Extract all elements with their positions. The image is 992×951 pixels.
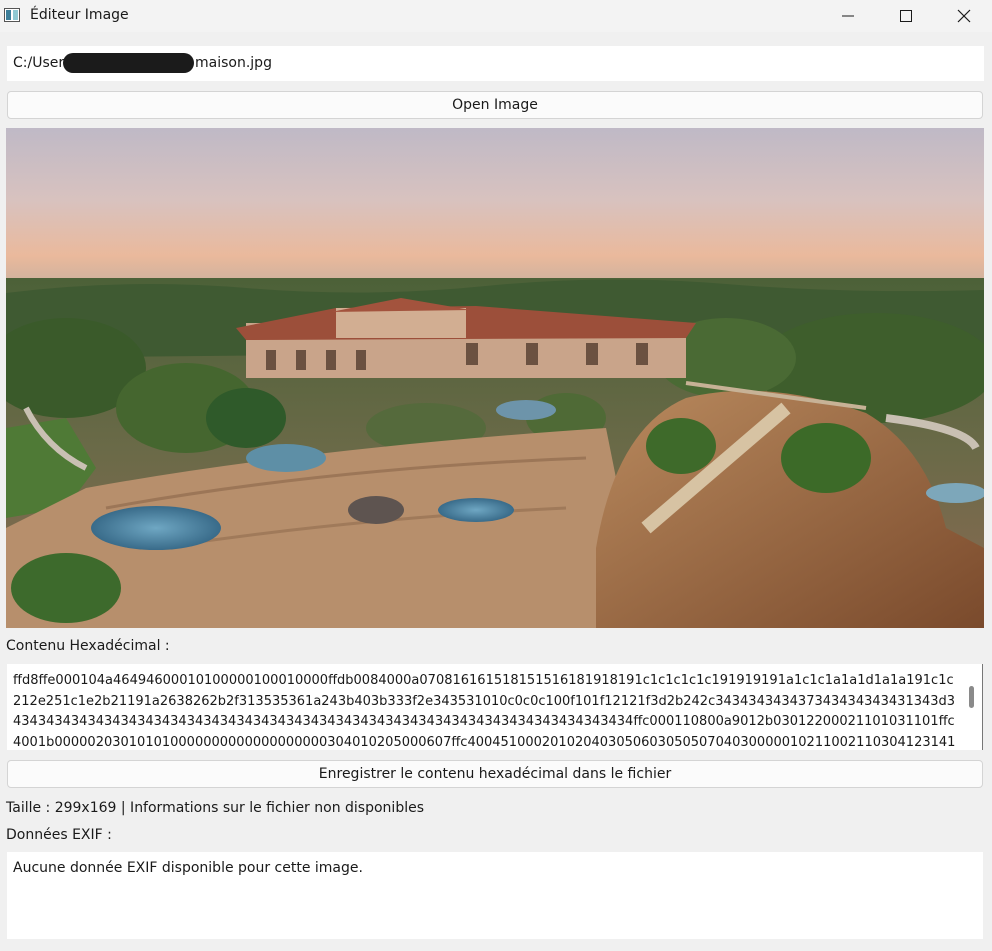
close-icon xyxy=(957,9,971,23)
image-preview xyxy=(6,128,984,628)
maximize-icon xyxy=(900,10,912,22)
open-image-button[interactable]: Open Image xyxy=(7,91,983,119)
file-path-filename: maison.jpg xyxy=(195,55,272,71)
hex-label: Contenu Hexadécimal : xyxy=(6,638,170,654)
redaction-mark xyxy=(63,53,194,73)
close-button[interactable] xyxy=(935,0,992,32)
minimize-button[interactable] xyxy=(819,0,877,32)
app-icon xyxy=(4,8,20,22)
hex-content-text: ffd8ffe000104a46494600010100000100010000… xyxy=(13,673,956,750)
file-info-text: Taille : 299x169 | Informations sur le f… xyxy=(6,800,424,816)
save-hex-button[interactable]: Enregistrer le contenu hexadécimal dans … xyxy=(7,760,983,788)
house-photo xyxy=(6,128,984,628)
minimize-icon xyxy=(842,15,854,17)
maximize-button[interactable] xyxy=(877,0,935,32)
title-bar: Éditeur Image xyxy=(0,0,992,32)
window-title: Éditeur Image xyxy=(30,7,129,23)
hex-scrollbar-thumb[interactable] xyxy=(969,686,974,708)
hex-content-textarea[interactable]: ffd8ffe000104a46494600010100000100010000… xyxy=(7,664,983,750)
exif-content-text: Aucune donnée EXIF disponible pour cette… xyxy=(13,860,363,876)
exif-textarea[interactable]: Aucune donnée EXIF disponible pour cette… xyxy=(7,852,983,939)
exif-label: Données EXIF : xyxy=(6,827,112,843)
